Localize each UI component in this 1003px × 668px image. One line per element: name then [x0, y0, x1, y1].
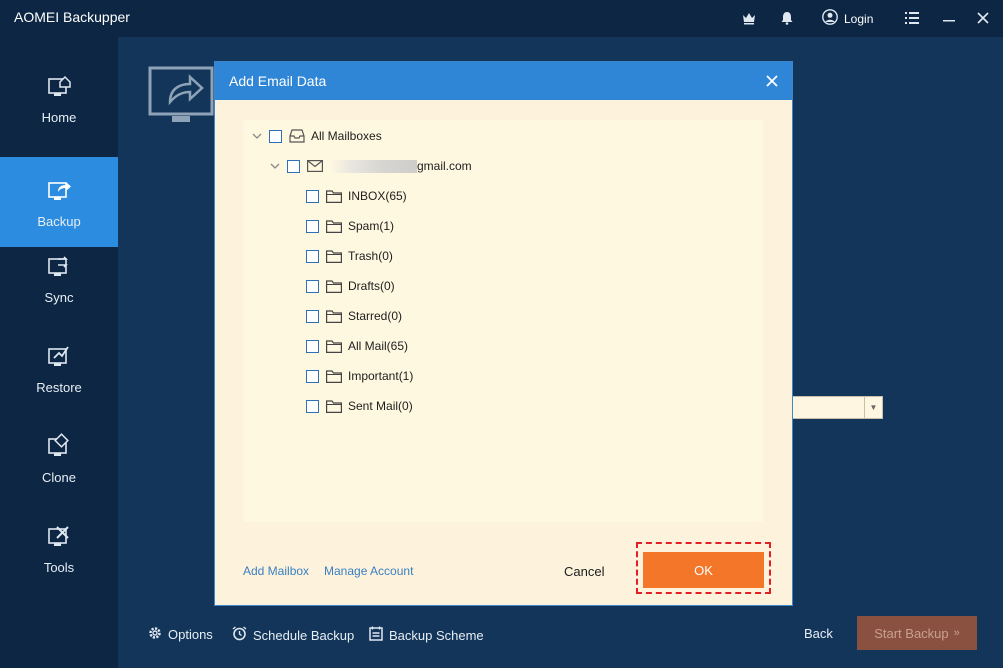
dialog-header: Add Email Data [215, 62, 792, 100]
chevron-down-icon[interactable] [269, 160, 281, 172]
tree-row-folder: INBOX(65) [306, 186, 407, 206]
crown-icon[interactable] [740, 9, 758, 27]
add-email-data-dialog: Add Email Data All Mailboxes gmail.com I… [214, 61, 793, 606]
sidebar-item-sync[interactable]: Sync [0, 233, 118, 323]
sidebar: Home Backup Sync Restore Clone Tools [0, 37, 118, 668]
backup-scheme-button[interactable]: Backup Scheme [369, 626, 484, 644]
dialog-title: Add Email Data [229, 73, 327, 89]
manage-account-link[interactable]: Manage Account [324, 564, 413, 578]
tree-row-all-mailboxes: All Mailboxes [251, 126, 382, 146]
inbox-tray-icon [289, 129, 305, 143]
close-icon[interactable] [762, 71, 782, 91]
clone-icon [45, 432, 73, 460]
tree-label: Sent Mail(0) [348, 399, 413, 413]
title-bar: AOMEI Backupper Login [0, 0, 1003, 37]
app-title: AOMEI Backupper [14, 9, 130, 25]
chevron-down-icon: ▼ [864, 397, 882, 418]
folder-icon [326, 399, 342, 413]
restore-icon [45, 342, 73, 370]
tree-row-folder: Important(1) [306, 366, 413, 386]
menu-icon[interactable] [903, 9, 921, 27]
sidebar-item-restore[interactable]: Restore [0, 323, 118, 413]
sidebar-item-label: Home [41, 109, 77, 125]
backup-source-icon [148, 66, 214, 131]
tree-label: All Mailboxes [311, 129, 382, 143]
folder-icon [326, 369, 342, 383]
folder-icon [326, 249, 342, 263]
mailbox-tree: All Mailboxes gmail.com INBOX(65) Spam(1… [243, 120, 763, 522]
folder-icon [326, 279, 342, 293]
options-label: Options [168, 627, 213, 642]
sidebar-item-label: Sync [44, 289, 74, 305]
backup-icon [45, 176, 73, 204]
folder-icon [326, 339, 342, 353]
sidebar-item-home[interactable]: Home [0, 53, 118, 143]
tree-label: Important(1) [348, 369, 414, 383]
tree-row-folder: Drafts(0) [306, 276, 395, 296]
checkbox-folder[interactable] [306, 369, 319, 383]
gear-icon [148, 626, 162, 643]
checkbox-account[interactable] [287, 159, 300, 173]
bottom-bar: Options Schedule Backup Backup Scheme Ba… [118, 612, 1003, 668]
tree-row-account: gmail.com [269, 156, 472, 176]
checkbox-folder[interactable] [306, 279, 319, 293]
ok-button[interactable]: OK [643, 552, 764, 588]
double-chevron-right-icon: » [953, 627, 960, 639]
sidebar-item-clone[interactable]: Clone [0, 413, 118, 503]
options-button[interactable]: Options [148, 626, 213, 643]
sidebar-item-label: Restore [36, 379, 82, 395]
checkbox-folder[interactable] [306, 309, 319, 323]
schedule-backup-button[interactable]: Schedule Backup [232, 626, 354, 644]
sidebar-item-tools[interactable]: Tools [0, 503, 118, 593]
envelope-icon [307, 159, 323, 173]
minimize-icon[interactable] [940, 9, 958, 27]
schedule-label: Schedule Backup [253, 627, 355, 643]
checkbox-folder[interactable] [306, 399, 319, 413]
tree-label: Trash(0) [348, 249, 393, 263]
chevron-down-icon[interactable] [251, 130, 263, 142]
cancel-button[interactable]: Cancel [564, 564, 604, 579]
login-button[interactable]: Login [822, 9, 873, 28]
tools-icon [45, 522, 73, 550]
scheme-icon [369, 626, 383, 644]
add-mailbox-link[interactable]: Add Mailbox [243, 564, 309, 578]
start-backup-label: Start Backup [874, 625, 949, 641]
login-label: Login [844, 11, 874, 26]
tree-row-folder: Trash(0) [306, 246, 393, 266]
sidebar-item-label: Tools [43, 559, 75, 575]
tree-label: Spam(1) [348, 219, 395, 233]
checkbox-folder[interactable] [306, 339, 319, 353]
tree-label: All Mail(65) [348, 339, 409, 353]
tree-label: Starred(0) [348, 309, 403, 323]
tree-label: INBOX(65) [348, 189, 407, 203]
alarm-clock-icon [232, 626, 247, 644]
close-app-icon[interactable] [974, 9, 992, 27]
redacted-email-user [329, 159, 417, 173]
tree-row-folder: Spam(1) [306, 216, 394, 236]
tree-row-folder: All Mail(65) [306, 336, 408, 356]
checkbox-folder[interactable] [306, 219, 319, 233]
background-select[interactable]: ▼ [792, 396, 883, 419]
tree-label: gmail.com [417, 159, 472, 173]
sidebar-item-label: Backup [37, 213, 81, 229]
bell-icon[interactable] [778, 9, 796, 27]
sync-icon [45, 252, 73, 280]
folder-icon [326, 219, 342, 233]
home-icon [45, 72, 73, 100]
checkbox-folder[interactable] [306, 189, 319, 203]
start-backup-button[interactable]: Start Backup » [857, 616, 977, 650]
checkbox-all-mailboxes[interactable] [269, 129, 282, 143]
tree-label: Drafts(0) [348, 279, 395, 293]
user-icon [822, 9, 838, 28]
folder-icon [326, 189, 342, 203]
tree-row-folder: Sent Mail(0) [306, 396, 413, 416]
folder-icon [326, 309, 342, 323]
scheme-label: Backup Scheme [389, 627, 484, 643]
sidebar-item-label: Clone [42, 469, 76, 485]
tree-row-folder: Starred(0) [306, 306, 402, 326]
checkbox-folder[interactable] [306, 249, 319, 263]
back-button[interactable]: Back [804, 626, 833, 641]
